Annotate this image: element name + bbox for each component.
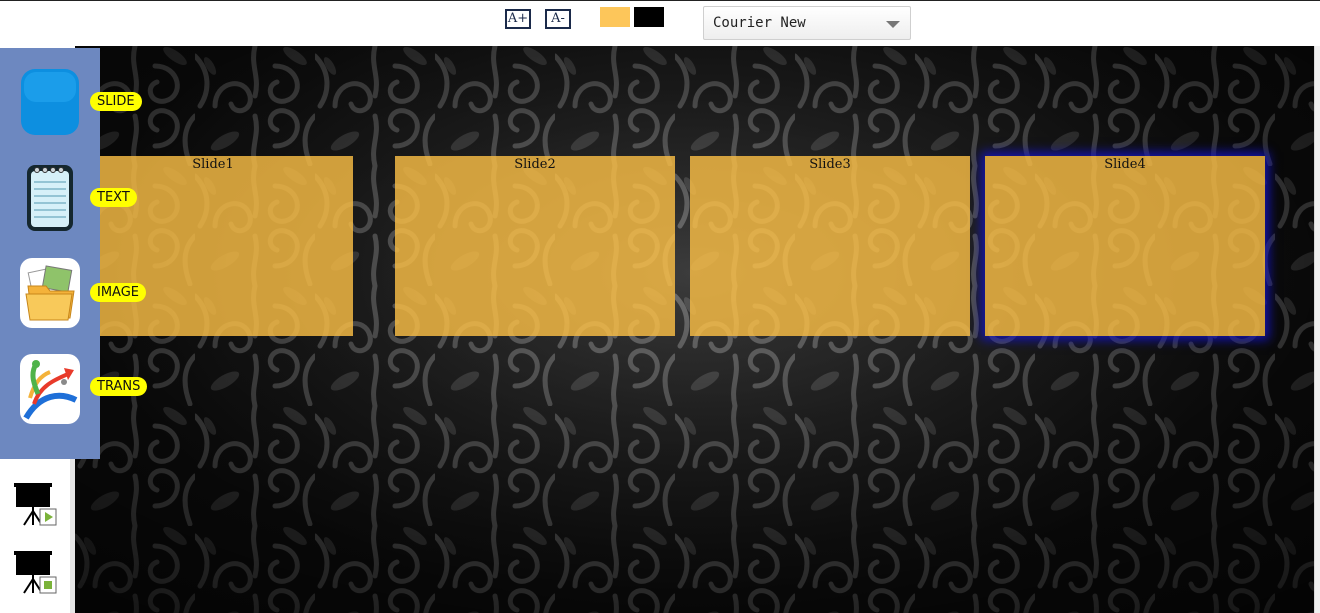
- transition-tool-button[interactable]: [20, 354, 80, 424]
- vertical-scrollbar[interactable]: [1314, 46, 1320, 613]
- slide-label: Slide2: [514, 157, 556, 172]
- transition-icon: [20, 354, 80, 424]
- chevron-down-icon: [886, 21, 900, 28]
- presentation-controls: [0, 459, 75, 613]
- transition-tool-label[interactable]: TRANS: [90, 377, 148, 396]
- presentation-stop-icon: [14, 551, 57, 594]
- font-decrease-button[interactable]: A-: [545, 9, 571, 29]
- slide-label: Slide3: [809, 157, 851, 172]
- slide-label: Slide1: [192, 157, 234, 172]
- slide-thumbnail-1[interactable]: Slide1: [75, 156, 353, 336]
- slide-thumbnail-2[interactable]: Slide2: [395, 156, 675, 336]
- slide-tool-button[interactable]: [20, 67, 80, 137]
- text-tool-label[interactable]: TEXT: [90, 188, 137, 207]
- tool-panel: SLIDE TEXT IMAGE TRANS: [0, 48, 148, 459]
- top-toolbar: A+ A- Courier New: [0, 0, 1320, 46]
- slide-icon: [21, 69, 79, 135]
- font-increase-button[interactable]: A+: [505, 9, 531, 29]
- image-folder-icon: [20, 258, 80, 328]
- orange-color-swatch[interactable]: [600, 7, 630, 27]
- text-tool-button[interactable]: [20, 162, 80, 232]
- presentation-play-icon: [14, 483, 57, 526]
- notepad-icon: [27, 165, 73, 231]
- slide-tool-label[interactable]: SLIDE: [90, 92, 142, 111]
- panel-edge: [70, 459, 75, 613]
- font-family-value: Courier New: [713, 15, 806, 31]
- play-presentation-button[interactable]: [12, 479, 58, 527]
- slide-thumbnail-3[interactable]: Slide3: [690, 156, 970, 336]
- slide-label: Slide4: [1104, 157, 1146, 172]
- slide-canvas: Slide1 Slide2 Slide3 Slide4: [75, 46, 1314, 613]
- image-tool-label[interactable]: IMAGE: [90, 283, 147, 302]
- font-family-select[interactable]: Courier New: [703, 6, 911, 40]
- black-color-swatch[interactable]: [634, 7, 664, 27]
- slide-thumbnail-4[interactable]: Slide4: [985, 156, 1265, 336]
- stop-presentation-button[interactable]: [12, 547, 58, 595]
- image-tool-button[interactable]: [20, 258, 80, 328]
